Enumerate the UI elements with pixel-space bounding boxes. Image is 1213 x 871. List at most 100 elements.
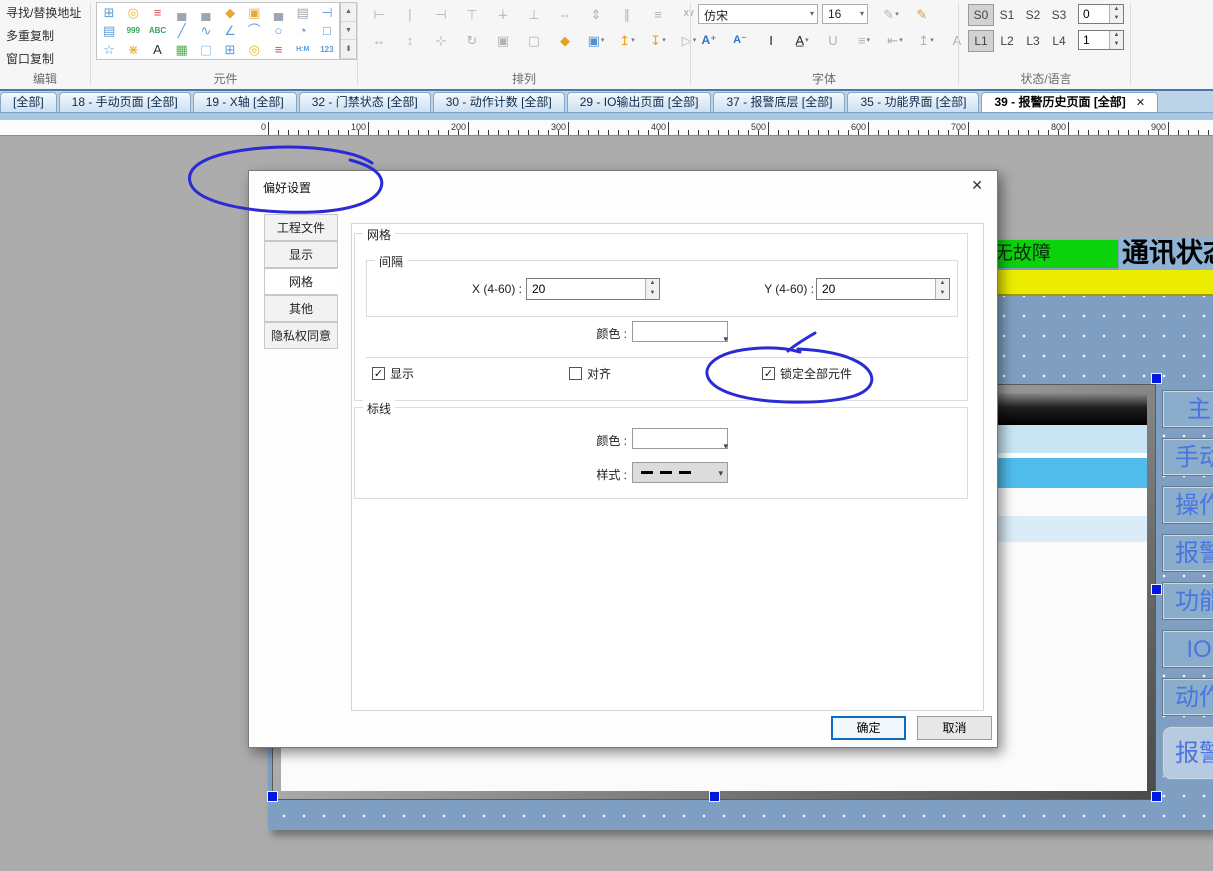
guide-style-dropdown[interactable]: ▾ (632, 462, 728, 483)
time-display-widget-icon[interactable]: H:M (292, 41, 314, 58)
state-number-stepper[interactable]: 0 ▲▼ (1078, 4, 1124, 24)
nav-button-action[interactable]: 动作 (1162, 678, 1213, 716)
traffic-light-widget-icon[interactable]: ≡ (146, 4, 168, 21)
table-widget-icon[interactable]: ⊞ (98, 4, 120, 21)
comm-status-label-element[interactable]: 通讯状态 (1119, 237, 1213, 270)
panel-widget-icon[interactable]: ▢ (195, 41, 217, 58)
list-widget-icon[interactable]: ▤ (98, 22, 120, 39)
nav-button-main[interactable]: 主 (1162, 390, 1213, 428)
state-s1-button[interactable]: S1 (994, 4, 1020, 26)
align-center-h-icon[interactable]: ∣ (399, 5, 421, 23)
text-display-widget-icon[interactable]: ABC (146, 22, 168, 39)
page-tab[interactable]: 29 - IO输出页面 [全部] (567, 92, 712, 112)
page-tab[interactable]: 18 - 手动页面 [全部] (59, 92, 191, 112)
star-shape-icon[interactable]: ☆ (98, 41, 120, 58)
grid-color-dropdown[interactable]: ▾ (632, 321, 728, 342)
palette-scroll-down-icon[interactable]: ▼ (341, 22, 356, 41)
spin-up-icon[interactable]: ▲ (1110, 31, 1123, 40)
text-align-icon[interactable]: ≡▾ (853, 31, 875, 49)
find-replace-address-item[interactable]: 寻找/替换地址 (6, 4, 81, 21)
stretch-v-icon[interactable]: ↕ (399, 31, 421, 49)
page-tab[interactable]: 30 - 动作计数 [全部] (433, 92, 565, 112)
gauge-widget-icon[interactable]: ▄ (267, 4, 289, 21)
resize-xy-icon[interactable]: XY (678, 5, 700, 23)
font-color-icon[interactable]: A̲▾ (791, 31, 813, 49)
spin-up-icon[interactable]: ▲ (936, 279, 949, 289)
language-l3-button[interactable]: L3 (1020, 30, 1046, 52)
align-right-icon[interactable]: ⊣ (430, 5, 452, 23)
polyline-shape-icon[interactable]: ∠ (219, 22, 241, 39)
font-size-select[interactable]: 16 ▾ (822, 4, 868, 24)
nav-button-function[interactable]: 功能 (1162, 582, 1213, 620)
selection-handle[interactable] (1152, 585, 1161, 594)
picture-widget-icon[interactable]: ▦ (171, 41, 193, 58)
lamp2-widget-icon[interactable]: ◎ (243, 41, 265, 58)
font-family-select[interactable]: 仿宋 ▾ (698, 4, 818, 24)
underline-icon[interactable]: U (822, 31, 844, 49)
selection-handle[interactable] (1152, 374, 1161, 383)
number-display-widget-icon[interactable]: 999 (122, 22, 144, 39)
nav-button-alarm-history[interactable]: 报警 (1162, 726, 1213, 780)
space-evenly-v-icon[interactable]: ≡ (647, 5, 669, 23)
page-tab[interactable]: 37 - 报警底层 [全部] (713, 92, 845, 112)
close-tab-icon[interactable]: ✕ (1136, 97, 1145, 109)
pin-icon[interactable]: ◆ (554, 31, 576, 49)
multi-copy-item[interactable]: 多重复制 (6, 27, 54, 44)
dialog-tab-display[interactable]: 显示 (264, 241, 338, 268)
spin-up-icon[interactable]: ▲ (1110, 5, 1123, 14)
checkbox-box[interactable]: ✓ (372, 367, 385, 380)
language-number-stepper[interactable]: 1 ▲▼ (1078, 30, 1124, 50)
nav-button-manual[interactable]: 手动 (1162, 438, 1213, 476)
rotate-icon[interactable]: ↻ (461, 31, 483, 49)
flip-icon[interactable]: ▷▾ (678, 31, 700, 49)
font-style-icon[interactable]: A (946, 31, 968, 49)
state-s0-button[interactable]: S0 (968, 4, 994, 26)
selection-handle[interactable] (1152, 792, 1161, 801)
page-tab[interactable]: 35 - 功能界面 [全部] (847, 92, 979, 112)
checkbox-box[interactable] (569, 367, 582, 380)
curve-shape-icon[interactable]: ∿ (195, 22, 217, 39)
layer-order-icon[interactable]: ▣▾ (585, 31, 607, 49)
fill-parent-icon[interactable]: ⊹ (430, 31, 452, 49)
decrease-font-icon[interactable]: A⁻ (729, 31, 751, 49)
page-tab-active[interactable]: 39 - 报警历史页面 [全部]✕ (981, 92, 1158, 112)
increase-font-icon[interactable]: A⁺ (698, 31, 720, 49)
spin-down-icon[interactable]: ▼ (1110, 14, 1123, 23)
stack-widget-icon[interactable]: ▤ (292, 4, 314, 21)
numeric-key-widget-icon[interactable]: ▄ (195, 4, 217, 21)
slider-widget-icon[interactable]: ⊣ (316, 4, 338, 21)
dialog-tab-project-file[interactable]: 工程文件 (264, 214, 338, 241)
ungroup-icon[interactable]: ▢ (523, 31, 545, 49)
arc-shape-icon[interactable]: ⌒ (243, 22, 265, 39)
number-input-widget-icon[interactable]: 123 (316, 41, 338, 58)
dialog-tab-privacy[interactable]: 隐私权同意 (264, 322, 338, 349)
space-evenly-h-icon[interactable]: ∥ (616, 5, 638, 23)
show-grid-checkbox[interactable]: ✓ 显示 (372, 365, 414, 382)
palette-more-icon[interactable]: ⇟ (341, 40, 356, 59)
pie-shape-icon[interactable]: ◔ (292, 22, 314, 39)
rect-shape-icon[interactable]: □ (316, 22, 338, 39)
ok-button[interactable]: 确定 (831, 716, 906, 740)
window-widget-icon[interactable]: ▣ (243, 4, 265, 21)
spin-up-icon[interactable]: ▲ (646, 279, 659, 289)
no-fault-status-element[interactable]: 无故障 (988, 240, 1118, 268)
selection-handle[interactable] (268, 792, 277, 801)
spin-down-icon[interactable]: ▼ (1110, 40, 1123, 49)
grid-y-input[interactable]: 20 ▲▼ (816, 278, 950, 300)
format-brush-icon[interactable]: ✎▾ (880, 5, 902, 23)
lock-all-elements-checkbox[interactable]: ✓ 锁定全部元件 (762, 365, 852, 382)
dialog-tab-grid[interactable]: 网格 (264, 268, 338, 295)
text-widget-icon[interactable]: A (146, 41, 168, 58)
equal-width-icon[interactable]: ⇔ (554, 5, 576, 23)
window-copy-item[interactable]: 窗口复制 (6, 50, 54, 67)
align-top-icon[interactable]: ⊤ (461, 5, 483, 23)
nudge-icon[interactable]: ↔ (368, 31, 390, 49)
cancel-button[interactable]: 取消 (917, 716, 992, 740)
guide-color-dropdown[interactable]: ▾ (632, 428, 728, 449)
traffic-light2-widget-icon[interactable]: ≡ (267, 41, 289, 58)
language-l2-button[interactable]: L2 (994, 30, 1020, 52)
language-l1-button[interactable]: L1 (968, 30, 994, 52)
line-shape-icon[interactable]: ╱ (171, 22, 193, 39)
equal-height-icon[interactable]: ⇕ (585, 5, 607, 23)
spin-down-icon[interactable]: ▼ (936, 289, 949, 299)
